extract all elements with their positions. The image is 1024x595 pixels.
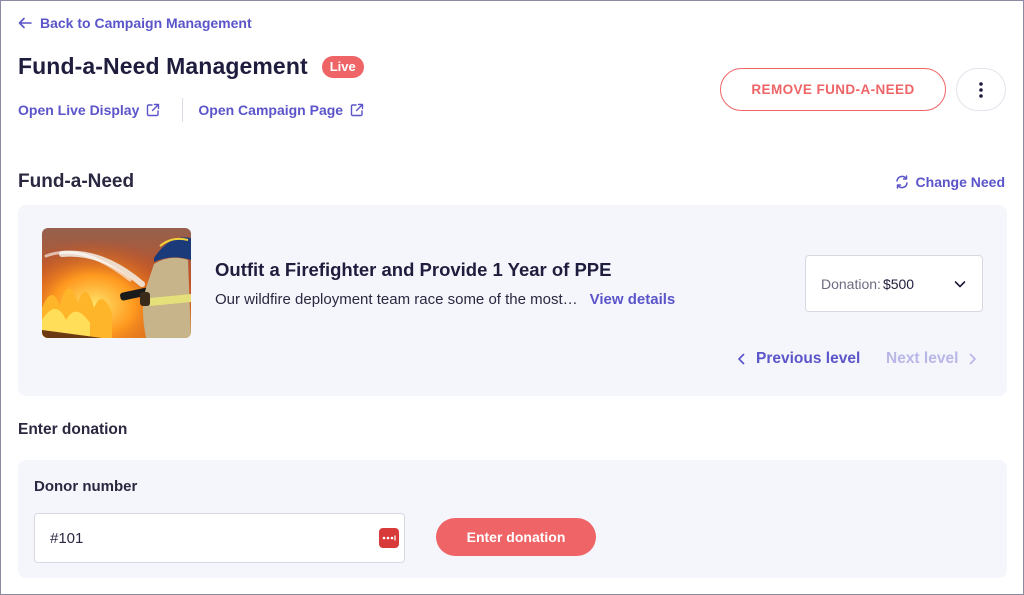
- page-title: Fund-a-Need Management: [18, 53, 308, 79]
- change-need-label: Change Need: [915, 174, 1005, 190]
- status-badge: Live: [321, 55, 364, 78]
- more-vertical-icon: [979, 81, 983, 98]
- donation-select-label: Donation:: [821, 275, 881, 292]
- need-description: Our wildfire deployment team race some o…: [215, 291, 578, 308]
- back-link-label: Back to Campaign Management: [40, 15, 252, 31]
- view-details-link[interactable]: View details: [590, 291, 676, 308]
- donor-number-label: Donor number: [34, 478, 138, 495]
- external-link-icon: [350, 103, 364, 117]
- previous-level-button[interactable]: Previous level: [737, 350, 860, 368]
- back-link[interactable]: Back to Campaign Management: [18, 15, 252, 31]
- title-row: Fund-a-Need Management Live: [18, 53, 364, 80]
- donation-level-select[interactable]: Donation: $500: [805, 255, 983, 312]
- need-description-row: Our wildfire deployment team race some o…: [215, 291, 675, 308]
- next-level-label: Next level: [886, 350, 959, 367]
- firefighter-photo: [42, 228, 191, 338]
- enter-donation-button[interactable]: Enter donation: [436, 518, 596, 556]
- need-image: [42, 228, 191, 338]
- next-level-button[interactable]: Next level: [886, 350, 977, 368]
- chevron-down-icon: [954, 281, 966, 288]
- open-campaign-page-label: Open Campaign Page: [198, 102, 344, 118]
- change-need-link[interactable]: Change Need: [895, 174, 1005, 190]
- open-campaign-page-link[interactable]: Open Campaign Page: [198, 102, 364, 118]
- refresh-icon: [895, 175, 908, 189]
- remove-fund-a-need-button[interactable]: REMOVE FUND-A-NEED: [720, 68, 946, 111]
- donation-select-value: $500: [882, 275, 915, 292]
- more-options-button[interactable]: [956, 68, 1006, 111]
- donor-card: Donor number Enter donation: [18, 460, 1007, 578]
- page: Back to Campaign Management Fund-a-Need …: [0, 0, 1024, 595]
- need-card: Outfit a Firefighter and Provide 1 Year …: [18, 205, 1007, 396]
- section-title: Fund-a-Need: [18, 171, 135, 192]
- donor-number-input[interactable]: [35, 514, 365, 562]
- external-link-icon: [147, 103, 160, 117]
- chevron-right-icon: [970, 353, 977, 365]
- previous-level-label: Previous level: [756, 350, 861, 367]
- open-live-display-label: Open Live Display: [18, 102, 140, 118]
- donor-number-field: [34, 513, 405, 563]
- links-divider: [182, 98, 184, 122]
- header-links: Open Live Display Open Campaign Page: [18, 97, 364, 123]
- chevron-left-icon: [738, 353, 745, 365]
- enter-donation-heading: Enter donation: [18, 421, 128, 438]
- password-manager-icon[interactable]: [379, 528, 399, 548]
- arrow-left-icon: [18, 17, 32, 29]
- open-live-display-link[interactable]: Open Live Display: [18, 102, 160, 118]
- need-title: Outfit a Firefighter and Provide 1 Year …: [215, 259, 612, 280]
